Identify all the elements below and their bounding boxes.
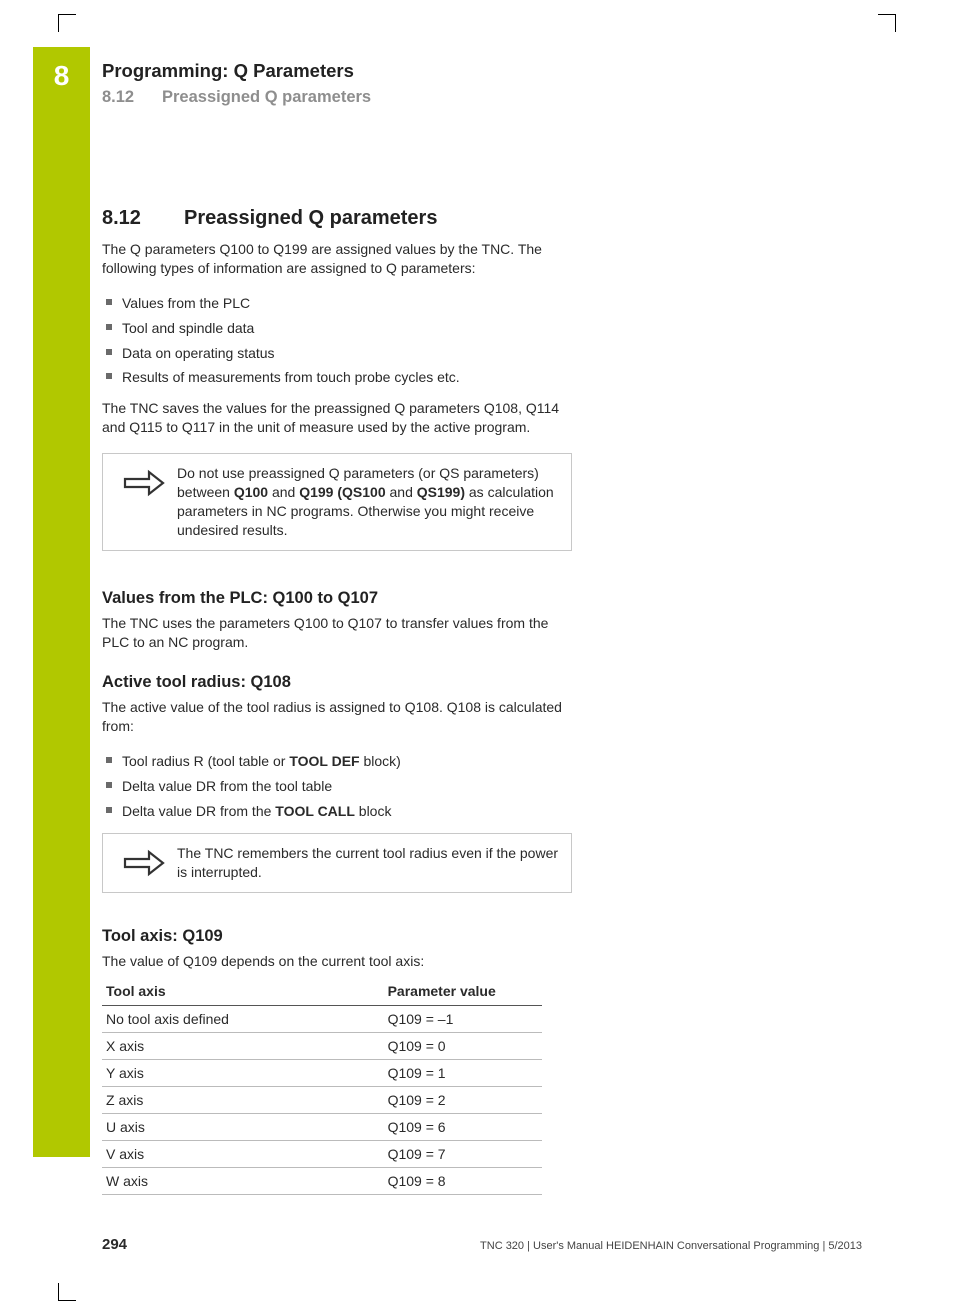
table-row: V axisQ109 = 7 xyxy=(102,1140,542,1167)
page-number: 294 xyxy=(102,1236,127,1253)
table-row: X axisQ109 = 0 xyxy=(102,1032,542,1059)
tool-radius-list: Tool radius R (tool table or TOOL DEF bl… xyxy=(102,752,662,821)
note-text: Do not use preassigned Q parameters (or … xyxy=(177,464,559,540)
table-header: Parameter value xyxy=(384,977,542,1006)
subsection-text: The value of Q109 depends on the current… xyxy=(102,952,662,971)
page-content: Programming: Q Parameters 8.12 Preassign… xyxy=(102,60,662,1217)
note-box: Do not use preassigned Q parameters (or … xyxy=(102,453,572,551)
intro-paragraph: The Q parameters Q100 to Q199 are assign… xyxy=(102,240,562,278)
subsection-heading: Active tool radius: Q108 xyxy=(102,673,662,692)
list-item: Data on operating status xyxy=(102,344,662,363)
subsection-heading: Tool axis: Q109 xyxy=(102,927,662,946)
table-body: No tool axis definedQ109 = –1 X axisQ109… xyxy=(102,1005,542,1194)
subsection-text: The active value of the tool radius is a… xyxy=(102,698,572,736)
subsection-text: The TNC uses the parameters Q100 to Q107… xyxy=(102,614,572,652)
list-item: Values from the PLC xyxy=(102,294,662,313)
list-item: Delta value DR from the tool table xyxy=(102,777,662,796)
crop-mark xyxy=(58,1283,76,1301)
table-row: No tool axis definedQ109 = –1 xyxy=(102,1005,542,1032)
table-header: Tool axis xyxy=(102,977,384,1006)
subsection-plc: Values from the PLC: Q100 to Q107 The TN… xyxy=(102,589,662,652)
arrow-right-icon xyxy=(111,464,177,498)
crop-mark xyxy=(58,14,76,32)
section-title: Preassigned Q parameters xyxy=(184,207,437,230)
note-box: The TNC remembers the current tool radiu… xyxy=(102,833,572,893)
subsection-heading: Values from the PLC: Q100 to Q107 xyxy=(102,589,662,608)
subsection-tool-axis: Tool axis: Q109 The value of Q109 depend… xyxy=(102,927,662,1195)
table-row: W axisQ109 = 8 xyxy=(102,1167,542,1194)
intro-bullet-list: Values from the PLC Tool and spindle dat… xyxy=(102,294,662,388)
table-row: Y axisQ109 = 1 xyxy=(102,1059,542,1086)
tool-axis-table: Tool axis Parameter value No tool axis d… xyxy=(102,977,542,1195)
chapter-title: Programming: Q Parameters xyxy=(102,60,662,82)
section-heading: 8.12 Preassigned Q parameters xyxy=(102,207,662,230)
table-row: Z axisQ109 = 2 xyxy=(102,1086,542,1113)
list-item: Tool radius R (tool table or TOOL DEF bl… xyxy=(102,752,662,771)
section-breadcrumb: 8.12 Preassigned Q parameters xyxy=(102,88,662,107)
list-item: Results of measurements from touch probe… xyxy=(102,368,662,387)
footer-text: TNC 320 | User's Manual HEIDENHAIN Conve… xyxy=(480,1240,862,1252)
breadcrumb-title: Preassigned Q parameters xyxy=(162,88,371,107)
page-footer: 294 TNC 320 | User's Manual HEIDENHAIN C… xyxy=(102,1236,862,1253)
subsection-tool-radius: Active tool radius: Q108 The active valu… xyxy=(102,673,662,820)
breadcrumb-number: 8.12 xyxy=(102,88,162,107)
list-item: Tool and spindle data xyxy=(102,319,662,338)
list-item: Delta value DR from the TOOL CALL block xyxy=(102,802,662,821)
side-strip xyxy=(33,47,90,1157)
chapter-number-badge: 8 xyxy=(33,47,90,104)
note-text: The TNC remembers the current tool radiu… xyxy=(177,844,559,882)
section-number: 8.12 xyxy=(102,207,184,230)
crop-mark xyxy=(878,14,896,32)
arrow-right-icon xyxy=(111,844,177,878)
table-row: U axisQ109 = 6 xyxy=(102,1113,542,1140)
intro-paragraph-2: The TNC saves the values for the preassi… xyxy=(102,399,572,437)
